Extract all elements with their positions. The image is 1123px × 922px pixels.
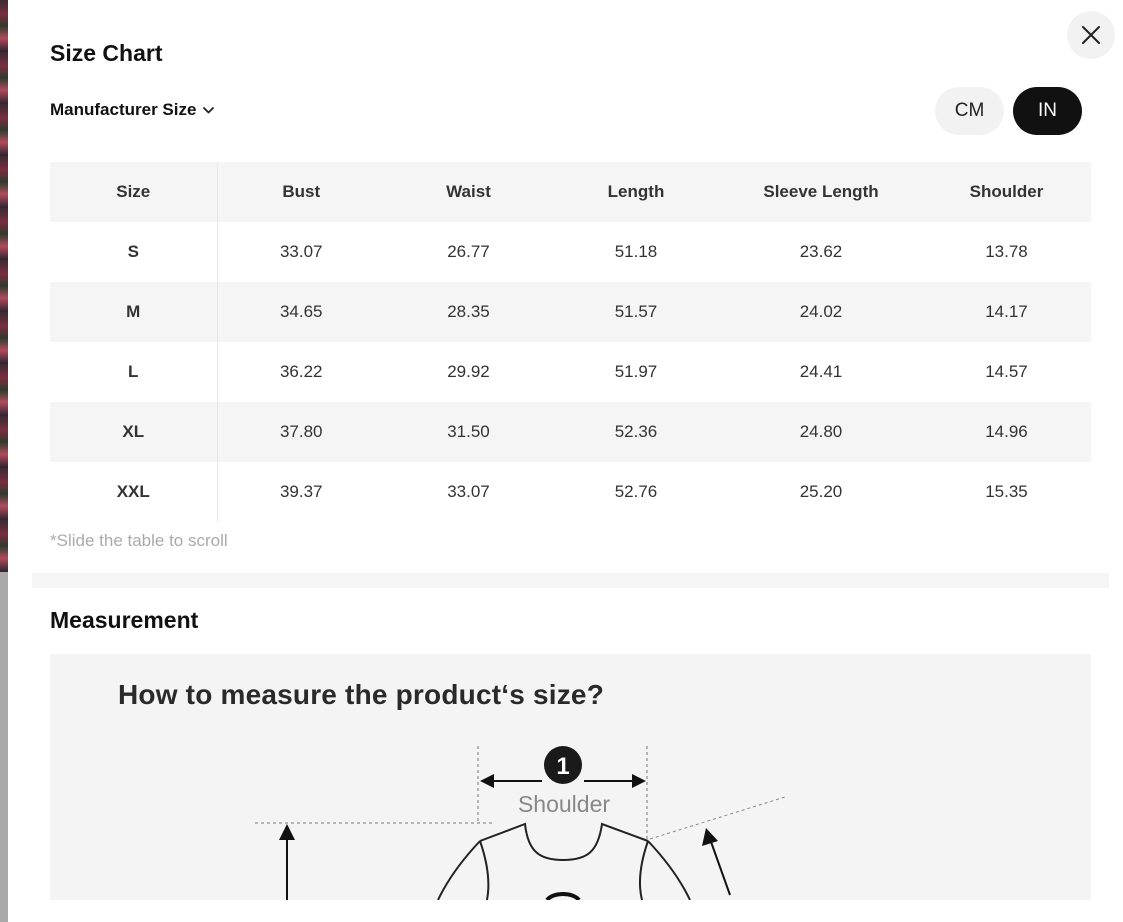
backdrop-overlay — [0, 572, 8, 922]
shoulder-marker-number: 1 — [556, 753, 569, 780]
table-cell: 24.41 — [799, 362, 843, 381]
modal-title: Size Chart — [50, 40, 163, 66]
column-header-bust: Bust — [217, 162, 385, 222]
table-cell: 13.78 — [985, 242, 1028, 261]
table-cell: 37.80 — [217, 402, 385, 462]
section-divider — [32, 573, 1109, 588]
shoulder-label: Shoulder — [518, 791, 610, 817]
close-button[interactable] — [1067, 11, 1115, 59]
table-cell: 23.62 — [799, 242, 843, 261]
table-cell: 33.07 — [279, 242, 323, 261]
table-cell-size: S — [50, 222, 218, 282]
table-cell: 51.18 — [614, 242, 658, 261]
table-cell: 15.35 — [985, 482, 1028, 501]
table-cell: 14.17 — [922, 282, 1091, 342]
table-cell: 29.92 — [447, 362, 490, 381]
column-header-size: Size — [50, 162, 218, 222]
table-cell: 14.57 — [985, 362, 1028, 381]
table-row: M 34.65 28.35 51.57 24.02 14.17 — [50, 282, 1091, 342]
size-dropdown-label: Manufacturer Size — [50, 100, 197, 119]
backdrop-image — [0, 0, 8, 572]
table-cell: 52.76 — [614, 482, 658, 501]
table-cell: 33.07 — [447, 482, 490, 501]
table-header-row: Size Bust Waist Length Sleeve Length Sho… — [50, 162, 1091, 222]
table-cell-size: XXL — [50, 462, 218, 522]
table-cell: 36.22 — [279, 362, 323, 381]
size-table[interactable]: Size Bust Waist Length Sleeve Length Sho… — [50, 162, 1091, 522]
garment-diagram: 1 Shoulder — [255, 746, 786, 900]
table-cell: 24.02 — [720, 282, 922, 342]
unit-in-button[interactable]: IN — [1013, 87, 1082, 135]
measurement-title: Measurement — [50, 607, 199, 633]
column-header-waist: Waist — [385, 162, 552, 222]
table-row: L 36.22 29.92 51.97 24.41 14.57 — [50, 342, 1091, 402]
close-icon — [1082, 26, 1100, 44]
table-cell: 31.50 — [385, 402, 552, 462]
manufacturer-size-dropdown[interactable]: Manufacturer Size — [50, 100, 215, 120]
page-backdrop — [0, 0, 8, 922]
column-header-shoulder: Shoulder — [922, 162, 1091, 222]
table-row: XL 37.80 31.50 52.36 24.80 14.96 — [50, 402, 1091, 462]
table-cell: 24.80 — [720, 402, 922, 462]
table-cell: 28.35 — [385, 282, 552, 342]
chevron-down-icon — [203, 106, 215, 113]
unit-cm-button[interactable]: CM — [935, 87, 1004, 135]
column-header-sleeve-length: Sleeve Length — [720, 162, 922, 222]
table-cell-size: M — [50, 282, 218, 342]
table-cell: 14.96 — [922, 402, 1091, 462]
table-row: S 33.07 26.77 51.18 23.62 13.78 — [50, 222, 1091, 282]
scroll-hint: *Slide the table to scroll — [50, 531, 228, 550]
table-cell: 51.97 — [614, 362, 658, 381]
table-cell-size: XL — [50, 402, 218, 462]
table-cell-size: L — [50, 342, 218, 402]
table-cell: 39.37 — [279, 482, 323, 501]
table-cell: 51.57 — [552, 282, 720, 342]
unit-toggle: CM IN — [935, 87, 1082, 135]
column-header-length: Length — [552, 162, 720, 222]
table-row: XXL 39.37 33.07 52.76 25.20 15.35 — [50, 462, 1091, 522]
table-cell: 26.77 — [447, 242, 490, 261]
size-chart-modal: Size Chart Manufacturer Size CM IN Size … — [8, 0, 1123, 922]
table-cell: 52.36 — [552, 402, 720, 462]
measurement-image: How to measure the product‘s size? 1 Sho… — [50, 654, 1091, 900]
table-cell: 25.20 — [799, 482, 843, 501]
table-cell: 34.65 — [217, 282, 385, 342]
